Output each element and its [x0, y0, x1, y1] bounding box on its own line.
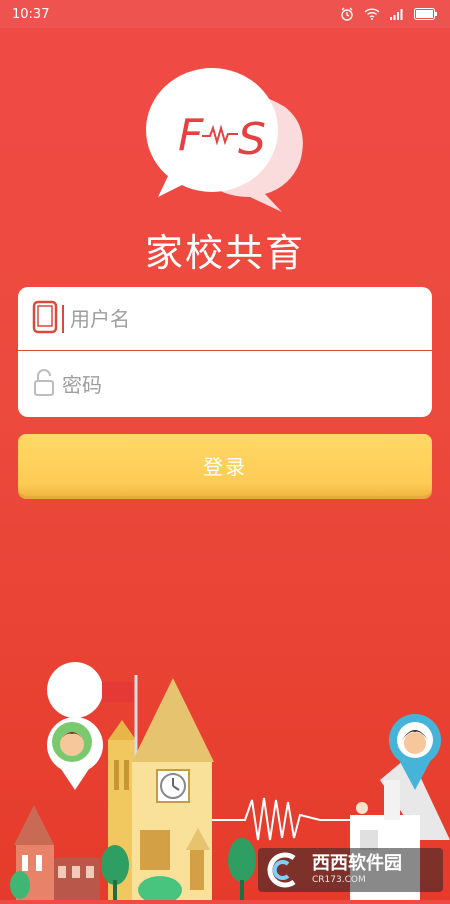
- wifi-icon: [364, 8, 380, 20]
- app-title: 家校共育: [144, 231, 305, 275]
- battery-icon: [414, 8, 438, 20]
- login-form: [18, 287, 432, 417]
- watermark-badge: 西西软件园 CR173.COM: [258, 848, 443, 892]
- app-logo: F S: [140, 62, 310, 217]
- username-input[interactable]: [64, 306, 400, 331]
- status-time: 10:37: [12, 6, 50, 22]
- login-button[interactable]: 登录: [18, 434, 432, 496]
- username-row[interactable]: [18, 287, 432, 351]
- alarm-icon: [340, 7, 354, 21]
- watermark-subtitle: CR173.COM: [312, 875, 366, 885]
- logo-letter-f: F: [178, 110, 204, 161]
- password-input[interactable]: [56, 373, 392, 397]
- status-icons: [340, 7, 438, 21]
- logo-letter-s: S: [238, 114, 266, 165]
- unlock-icon: [32, 368, 56, 402]
- phone-icon: [32, 300, 58, 338]
- watermark-logo-icon: [264, 852, 306, 888]
- status-bar: 10:37: [0, 0, 450, 28]
- signal-icon: [390, 8, 404, 20]
- watermark-title: 西西软件园: [312, 853, 402, 874]
- password-row[interactable]: [18, 353, 432, 417]
